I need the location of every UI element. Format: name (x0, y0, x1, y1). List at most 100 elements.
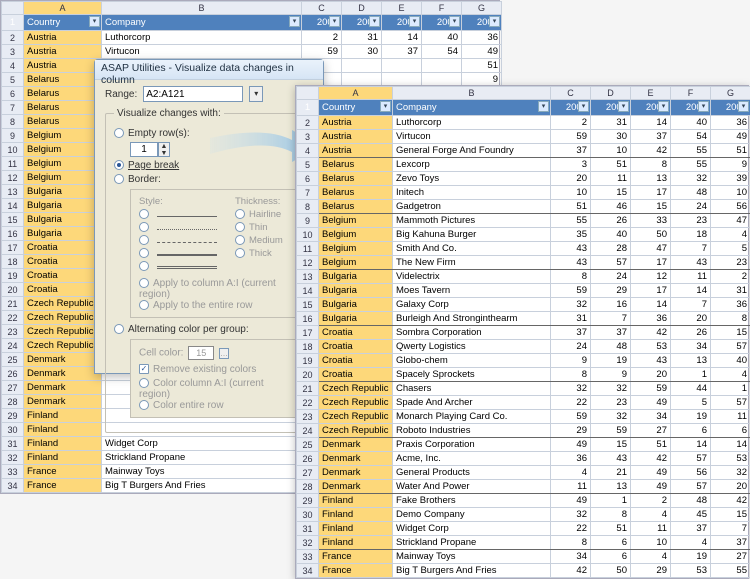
col-header-C[interactable]: C (302, 2, 342, 15)
cell-value[interactable]: 29 (591, 284, 631, 298)
table-row[interactable]: 9BelgiumMammoth Pictures5526332347 (297, 214, 750, 228)
cell-value[interactable]: 9 (711, 158, 750, 172)
corner-cell[interactable] (2, 2, 24, 15)
corner-cell[interactable] (297, 87, 319, 100)
cell-value[interactable]: 21 (591, 466, 631, 480)
cell-value[interactable]: 43 (671, 256, 711, 270)
cell-company[interactable]: Big Kahuna Burger (393, 228, 551, 242)
cell-value[interactable]: 10 (631, 536, 671, 550)
cell-company[interactable]: Smith And Co. (393, 242, 551, 256)
row-header[interactable]: 28 (2, 395, 24, 409)
cell-value[interactable]: 30 (591, 130, 631, 144)
cell-value[interactable]: 53 (671, 564, 711, 578)
cell-country[interactable]: Croatia (24, 283, 102, 297)
thick-opt[interactable]: Thick (235, 248, 283, 259)
cell-company[interactable]: Sombra Corporation (393, 326, 551, 340)
cell-value[interactable]: 49 (462, 45, 502, 59)
row-header[interactable]: 30 (297, 508, 319, 522)
range-picker-button[interactable]: ▾ (249, 86, 263, 102)
cell-value[interactable]: 9 (551, 354, 591, 368)
thick-opt[interactable]: Hairline (235, 209, 283, 220)
table-row[interactable]: 28DenmarkWater And Power1113495720 (297, 480, 750, 494)
cell-country[interactable]: Bulgaria (24, 185, 102, 199)
cell-country[interactable]: Croatia (319, 354, 393, 368)
cell-value[interactable]: 8 (711, 312, 750, 326)
cell-country[interactable]: Czech Republic (319, 424, 393, 438)
cell-country[interactable]: Czech Republic (319, 382, 393, 396)
row-header[interactable]: 23 (297, 410, 319, 424)
table-row[interactable]: 4AustriaGeneral Forge And Foundry3710425… (297, 144, 750, 158)
cell-value[interactable]: 37 (631, 130, 671, 144)
cell-value[interactable]: 23 (591, 396, 631, 410)
row-header[interactable]: 26 (297, 452, 319, 466)
cell-value[interactable]: 19 (671, 550, 711, 564)
row-header[interactable]: 2 (297, 116, 319, 130)
filter-drop-icon[interactable]: ▾ (289, 16, 300, 27)
filter-drop-icon[interactable]: ▾ (578, 101, 589, 112)
cell-value[interactable]: 29 (551, 424, 591, 438)
row-header[interactable]: 34 (297, 564, 319, 578)
table-row[interactable]: 18CroatiaQwerty Logistics2448533457 (297, 340, 750, 354)
row-header[interactable]: 27 (297, 466, 319, 480)
cell-value[interactable]: 4 (631, 550, 671, 564)
cell-company[interactable]: Zevo Toys (393, 172, 551, 186)
cell-company[interactable]: The New Firm (393, 256, 551, 270)
cell-company[interactable]: Fake Brothers (393, 494, 551, 508)
cell-company[interactable]: Praxis Corporation (393, 438, 551, 452)
cell-country[interactable]: Czech Republic (319, 396, 393, 410)
cell-color-swatch[interactable]: 15 (188, 346, 214, 360)
row-header[interactable]: 3 (297, 130, 319, 144)
cell-company[interactable]: Lexcorp (393, 158, 551, 172)
cell-company[interactable]: General Forge And Foundry (393, 144, 551, 158)
cell-value[interactable]: 37 (551, 326, 591, 340)
row-header-1[interactable]: 1 (297, 100, 319, 116)
cell-country[interactable]: Belgium (24, 171, 102, 185)
cell-value[interactable]: 51 (711, 144, 750, 158)
col-header-E[interactable]: E (631, 87, 671, 100)
cell-value[interactable]: 59 (302, 45, 342, 59)
cell-value[interactable]: 47 (711, 214, 750, 228)
filter-country[interactable]: Country▾ (319, 100, 393, 116)
cell-value[interactable]: 43 (551, 242, 591, 256)
row-header[interactable]: 23 (2, 325, 24, 339)
col-header-B[interactable]: B (393, 87, 551, 100)
cell-value[interactable]: 56 (671, 466, 711, 480)
opt-page-break[interactable]: Page break (114, 160, 304, 171)
col-header-D[interactable]: D (342, 2, 382, 15)
cell-value[interactable]: 4 (551, 466, 591, 480)
cell-value[interactable]: 32 (591, 382, 631, 396)
row-header[interactable]: 11 (297, 242, 319, 256)
style-opt[interactable] (139, 222, 217, 233)
table-row[interactable]: 3AustriaVirtucon5930375449 (297, 130, 750, 144)
cell-value[interactable]: 32 (711, 466, 750, 480)
cell-value[interactable]: 4 (711, 228, 750, 242)
cell-value[interactable]: 42 (711, 494, 750, 508)
cell-value[interactable]: 48 (591, 340, 631, 354)
cell-country[interactable]: Austria (319, 130, 393, 144)
cell-country[interactable]: Belgium (24, 143, 102, 157)
table-row[interactable]: 12BelgiumThe New Firm4357174323 (297, 256, 750, 270)
table-row[interactable]: 5BelarusLexcorp3518559 (297, 158, 750, 172)
cell-value[interactable]: 11 (631, 522, 671, 536)
cell-country[interactable]: Belgium (319, 256, 393, 270)
cell-company[interactable]: Demo Company (393, 508, 551, 522)
filter-drop-icon[interactable]: ▾ (658, 101, 669, 112)
cell-country[interactable]: Belarus (24, 73, 102, 87)
cell-value[interactable]: 36 (711, 116, 750, 130)
remove-existing-opt[interactable]: Remove existing colors (139, 364, 295, 375)
table-row[interactable]: 22Czech RepublicSpade And Archer22234955… (297, 396, 750, 410)
cell-value[interactable]: 10 (551, 186, 591, 200)
row-header[interactable]: 8 (297, 200, 319, 214)
cell-value[interactable]: 6 (671, 424, 711, 438)
filter-drop-icon[interactable]: ▾ (538, 101, 549, 112)
color-picker-button[interactable]: … (219, 348, 229, 359)
row-header[interactable]: 31 (297, 522, 319, 536)
cell-value[interactable]: 16 (591, 298, 631, 312)
row-header[interactable]: 24 (297, 424, 319, 438)
cell-country[interactable]: France (24, 479, 102, 493)
cell-value[interactable] (422, 59, 462, 73)
table-row[interactable]: 15BulgariaGalaxy Corp321614736 (297, 298, 750, 312)
table-row[interactable]: 26DenmarkAcme, Inc.3643425753 (297, 452, 750, 466)
table-row[interactable]: 34FranceBig T Burgers And Fries425029535… (297, 564, 750, 578)
cell-value[interactable]: 2 (302, 31, 342, 45)
